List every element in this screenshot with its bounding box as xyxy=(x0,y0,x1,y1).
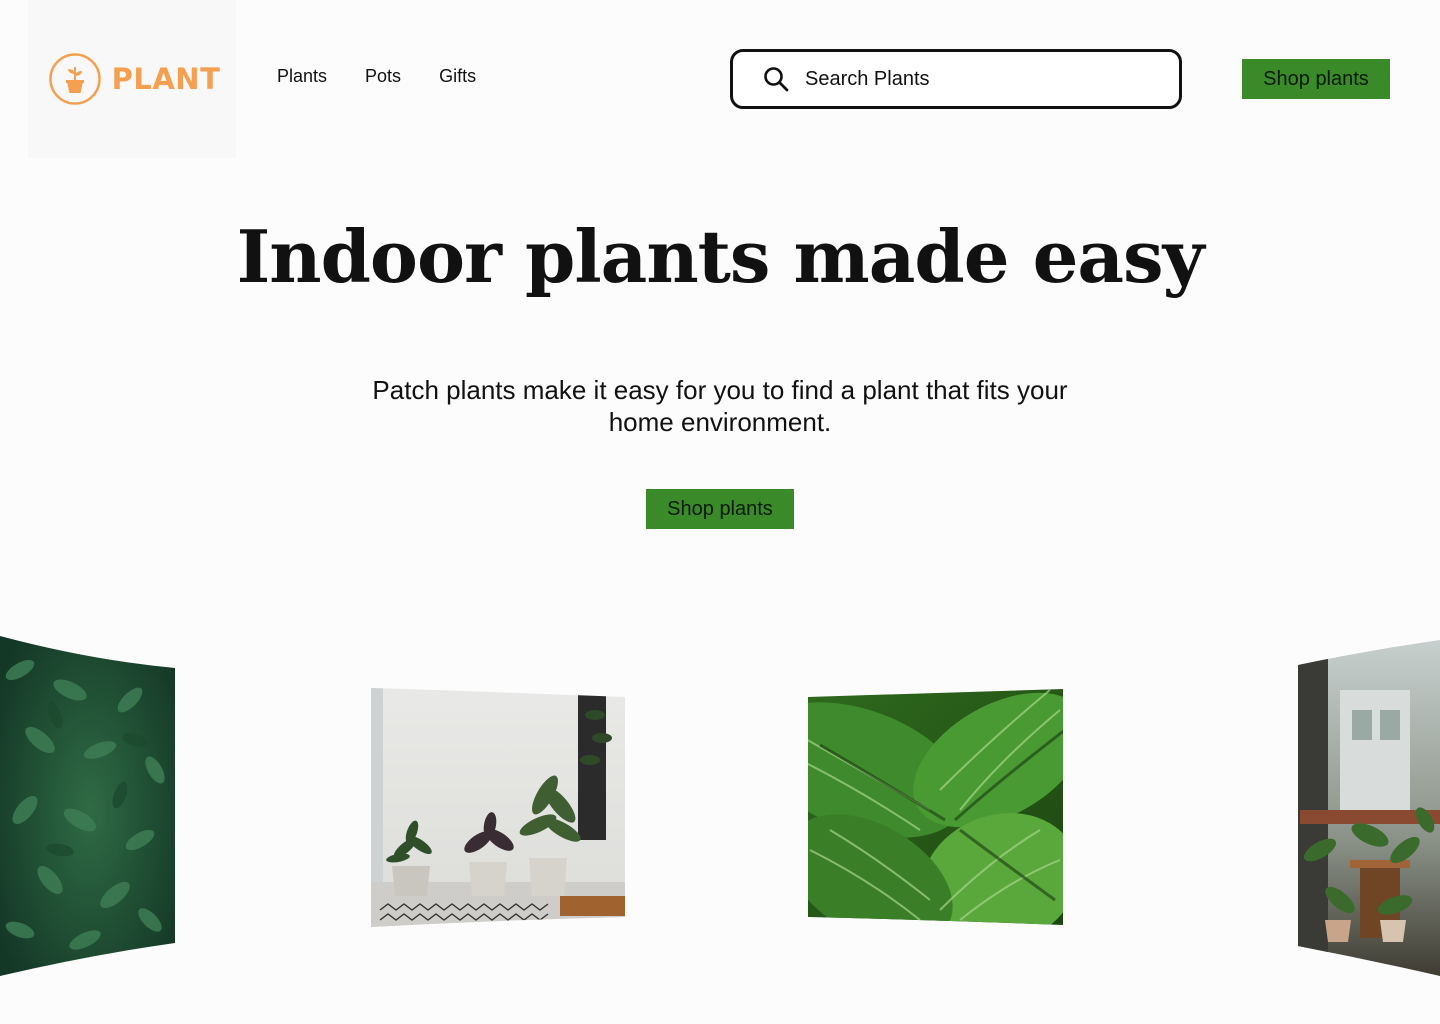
leafy-wall-photo[interactable] xyxy=(0,620,180,1000)
shop-plants-hero-button[interactable]: Shop plants xyxy=(646,489,794,529)
search-input[interactable] xyxy=(803,66,1147,92)
nav-item-plants[interactable]: Plants xyxy=(277,66,327,87)
calathea-leaves-photo[interactable] xyxy=(736,665,1110,973)
hero-subtitle: Patch plants make it easy for you to fin… xyxy=(372,375,1068,437)
search-bar[interactable] xyxy=(730,49,1182,109)
plant-pot-icon xyxy=(48,53,101,105)
shop-plants-header-button[interactable]: Shop plants xyxy=(1242,59,1390,99)
nav-item-gifts[interactable]: Gifts xyxy=(439,66,476,87)
logo-text: PLANT xyxy=(111,62,221,96)
logo[interactable]: PLANT xyxy=(28,0,236,158)
hero-title: Indoor plants made easy xyxy=(236,214,1205,299)
search-icon[interactable] xyxy=(763,66,789,92)
potted-plants-room-photo[interactable] xyxy=(371,680,625,932)
nav-item-pots[interactable]: Pots xyxy=(365,66,401,87)
cafe-plants-photo[interactable] xyxy=(1296,635,1440,980)
plant-gallery xyxy=(0,620,1440,1000)
main-nav: Plants Pots Gifts xyxy=(277,66,476,87)
